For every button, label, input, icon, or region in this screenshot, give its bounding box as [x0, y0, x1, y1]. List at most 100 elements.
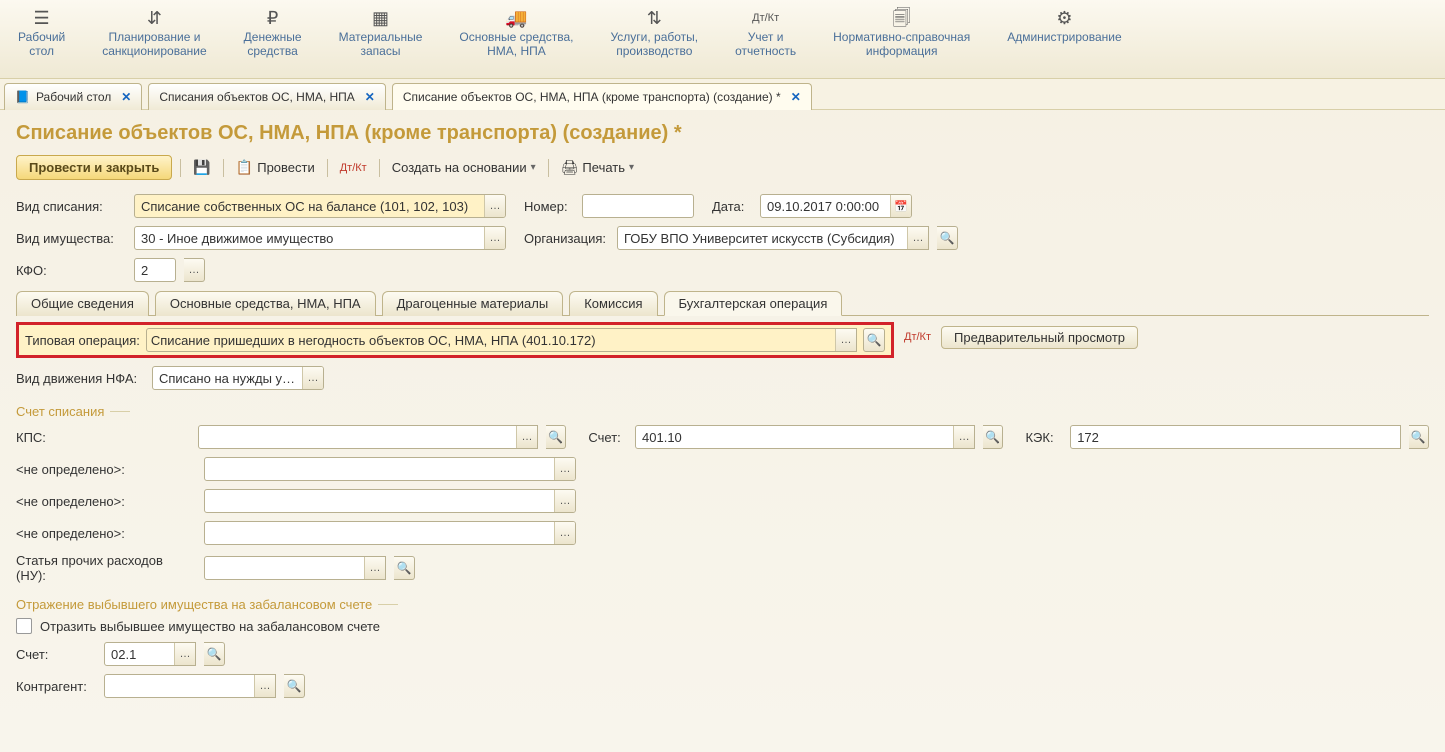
printer-icon: 🖨 [561, 159, 579, 176]
planning-icon: ⇵ [147, 6, 162, 30]
ellipsis-button[interactable]: … [302, 367, 323, 389]
date-input[interactable]: 09.10.2017 0:00:00 📅 [760, 194, 912, 218]
nav-admin[interactable]: ⚙ Администрирование [989, 0, 1140, 78]
ellipsis-button[interactable]: … [554, 522, 575, 544]
tab-desktop[interactable]: 📘 Рабочий стол ✕ [4, 83, 142, 110]
post-and-close-button[interactable]: Провести и закрыть [16, 155, 172, 180]
tab-assets[interactable]: Основные средства, НМА, НПА [155, 291, 376, 316]
preview-button[interactable]: Предварительный просмотр [941, 326, 1138, 349]
undefined-input-2[interactable]: … [204, 489, 576, 513]
kek-input[interactable]: 172 [1070, 425, 1400, 449]
other-expense-input[interactable]: … [204, 556, 386, 580]
account2-label: Счет: [16, 647, 96, 662]
nav-label: Основные средства,НМА, НПА [459, 30, 573, 58]
ruble-icon: ₽ [267, 6, 278, 30]
nfa-movement-input[interactable]: Списано на нужды учреж … [152, 366, 324, 390]
account2-input[interactable]: 02.1 … [104, 642, 196, 666]
gear-icon: ⚙ [1056, 6, 1072, 30]
account2-search-button[interactable]: 🔍 [204, 642, 225, 666]
nav-accounting[interactable]: Дт/Кт Учет иотчетность [717, 0, 815, 78]
org-search-button[interactable]: 🔍 [937, 226, 958, 250]
nav-label: Планирование исанкционирование [102, 30, 206, 58]
counterparty-label: Контрагент: [16, 679, 96, 694]
kfo-label: КФО: [16, 263, 126, 278]
tab-label: Списание объектов ОС, НМА, НПА (кроме тр… [403, 90, 781, 104]
writeoff-type-label: Вид списания: [16, 199, 126, 214]
property-type-label: Вид имущества: [16, 231, 126, 246]
nfa-movement-label: Вид движения НФА: [16, 371, 144, 386]
typical-operation-label: Типовая операция: [25, 333, 140, 348]
tab-writeoffs-list[interactable]: Списания объектов ОС, НМА, НПА ✕ [148, 83, 386, 110]
page-body: Списание объектов ОС, НМА, НПА (кроме тр… [0, 110, 1445, 718]
ellipsis-button[interactable]: … [364, 557, 385, 579]
nav-desktop[interactable]: ☰ Рабочийстол [0, 0, 84, 78]
tab-writeoff-create[interactable]: Списание объектов ОС, НМА, НПА (кроме тр… [392, 83, 812, 110]
undefined-input-3[interactable]: … [204, 521, 576, 545]
nav-label: Нормативно-справочнаяинформация [833, 30, 970, 58]
print-button[interactable]: 🖨Печать [557, 157, 638, 178]
typical-operation-input[interactable]: Списание пришедших в негодность объектов… [146, 328, 857, 352]
sliders-icon: ⇅ [647, 6, 662, 30]
undefined-label-2: <не определено>: [16, 494, 196, 509]
dtkt-icon: Дт/Кт [752, 6, 779, 30]
kfo-ellipsis-button[interactable]: … [184, 258, 205, 282]
account-input[interactable]: 401.10 … [635, 425, 975, 449]
kfo-input[interactable]: 2 [134, 258, 176, 282]
nav-label: Денежныесредства [244, 30, 302, 58]
tab-precious[interactable]: Драгоценные материалы [382, 291, 564, 316]
ellipsis-button[interactable]: … [484, 227, 505, 249]
save-button[interactable]: 💾 [189, 157, 214, 178]
top-navigation: ☰ Рабочийстол ⇵ Планирование исанкционир… [0, 0, 1445, 79]
offbalance-checkbox[interactable] [16, 618, 32, 634]
dtkt-button[interactable]: Дт/Кт [336, 160, 371, 176]
kps-search-button[interactable]: 🔍 [546, 425, 566, 449]
ellipsis-button[interactable]: … [554, 458, 575, 480]
grid-icon: ▦ [372, 6, 389, 30]
nav-materials[interactable]: ▦ Материальныезапасы [321, 0, 442, 78]
document-toolbar: Провести и закрыть 💾 📋Провести Дт/Кт Соз… [16, 155, 1429, 180]
ellipsis-button[interactable]: … [174, 643, 195, 665]
close-icon[interactable]: ✕ [121, 90, 131, 104]
tab-general[interactable]: Общие сведения [16, 291, 149, 316]
tab-accounting-op[interactable]: Бухгалтерская операция [664, 291, 843, 316]
org-input[interactable]: ГОБУ ВПО Университет искусств (Субсидия)… [617, 226, 929, 250]
other-expense-search-button[interactable]: 🔍 [394, 556, 415, 580]
writeoff-type-input[interactable]: Списание собственных ОС на балансе (101,… [134, 194, 506, 218]
ellipsis-button[interactable]: … [254, 675, 275, 697]
nav-label: Администрирование [1007, 30, 1121, 44]
close-icon[interactable]: ✕ [365, 90, 375, 104]
menu-icon: ☰ [34, 6, 50, 30]
tab-label: Списания объектов ОС, НМА, НПА [159, 90, 354, 104]
kek-search-button[interactable]: 🔍 [1409, 425, 1429, 449]
inner-tabs: Общие сведения Основные средства, НМА, Н… [16, 290, 1429, 316]
property-type-input[interactable]: 30 - Иное движимое имущество … [134, 226, 506, 250]
ellipsis-button[interactable]: … [835, 329, 856, 351]
document-tabs: 📘 Рабочий стол ✕ Списания объектов ОС, Н… [0, 79, 1445, 110]
account-search-button[interactable]: 🔍 [983, 425, 1003, 449]
ellipsis-button[interactable]: … [554, 490, 575, 512]
tab-commission[interactable]: Комиссия [569, 291, 657, 316]
kps-input[interactable]: … [198, 425, 538, 449]
nav-reference[interactable]: 🗐 Нормативно-справочнаяинформация [815, 0, 989, 78]
ellipsis-button[interactable]: … [953, 426, 974, 448]
date-label: Дата: [712, 199, 752, 214]
typical-operation-search-button[interactable]: 🔍 [863, 328, 885, 352]
close-icon[interactable]: ✕ [791, 90, 801, 104]
nav-planning[interactable]: ⇵ Планирование исанкционирование [84, 0, 225, 78]
nav-services[interactable]: ⇅ Услуги, работы,производство [592, 0, 717, 78]
ellipsis-button[interactable]: … [516, 426, 537, 448]
post-button[interactable]: 📋Провести [232, 157, 319, 178]
nav-money[interactable]: ₽ Денежныесредства [226, 0, 321, 78]
create-based-on-button[interactable]: Создать на основании [388, 158, 540, 177]
calendar-button[interactable]: 📅 [890, 195, 911, 217]
nav-assets[interactable]: 🚚 Основные средства,НМА, НПА [441, 0, 592, 78]
typical-operation-highlight: Типовая операция: Списание пришедших в н… [16, 322, 894, 358]
undefined-input-1[interactable]: … [204, 457, 576, 481]
counterparty-search-button[interactable]: 🔍 [284, 674, 305, 698]
number-input[interactable] [582, 194, 694, 218]
counterparty-input[interactable]: … [104, 674, 276, 698]
offbalance-check-label: Отразить выбывшее имущество на забалансо… [40, 619, 380, 634]
ellipsis-button[interactable]: … [484, 195, 505, 217]
ellipsis-button[interactable]: … [907, 227, 928, 249]
undefined-label-1: <не определено>: [16, 462, 196, 477]
